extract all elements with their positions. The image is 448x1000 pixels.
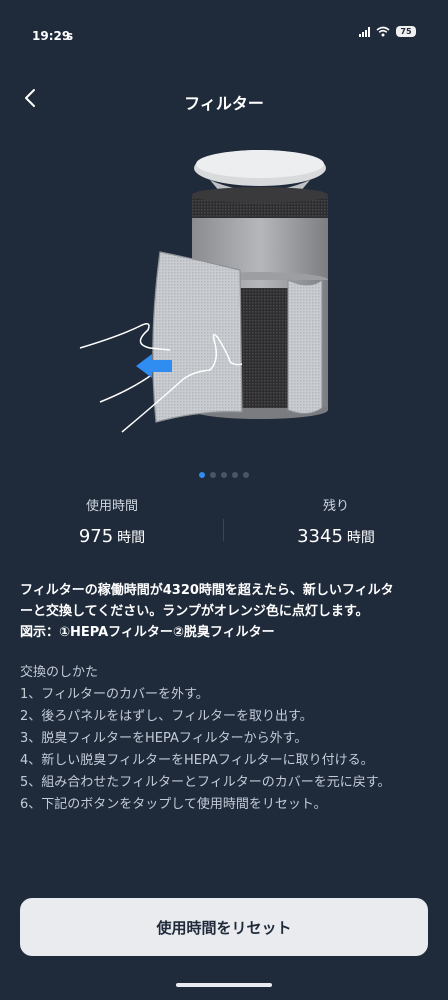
remaining-hours-stat: 残り 3345 時間 — [224, 495, 448, 547]
carousel-pager — [0, 472, 448, 478]
used-hours-value: 975 — [78, 526, 114, 547]
status-bar: 19:29 s 75 — [0, 0, 448, 70]
remaining-hours-value: 3345 — [297, 526, 343, 547]
step-item: 2、後ろパネルをはずし、フィルターを取り出す。 — [20, 709, 313, 724]
pager-dot[interactable] — [221, 472, 227, 478]
pager-dot[interactable] — [210, 472, 216, 478]
step-item: 1、フィルターのカバーを外す。 — [20, 687, 209, 702]
notice-line: ーと交換してください。ランプがオレンジ色に点灯します。 — [20, 604, 369, 619]
reset-usage-button[interactable]: 使用時間をリセット — [20, 898, 428, 956]
remaining-hours-value-row: 3345 時間 — [224, 526, 448, 547]
notice-line: 図示：①HEPAフィルター②脱臭フィルター — [20, 625, 275, 640]
used-hours-value-row: 975 時間 — [0, 526, 224, 547]
usage-stats: 使用時間 975 時間 残り 3345 時間 — [0, 495, 448, 555]
status-icons: 75 — [359, 26, 416, 37]
home-indicator[interactable] — [176, 983, 272, 987]
step-item: 5、組み合わせたフィルターとフィルターのカバーを元に戻す。 — [20, 775, 391, 790]
pager-dot[interactable] — [232, 472, 238, 478]
wifi-icon — [376, 26, 390, 37]
remaining-hours-label: 残り — [322, 499, 349, 514]
page-title: フィルター — [184, 94, 264, 113]
air-purifier-illustration — [79, 150, 328, 433]
step-item: 6、下記のボタンをタップして使用時間をリセット。 — [20, 797, 327, 812]
status-time: 19:29 — [32, 29, 71, 43]
replacement-steps: 交換のしかた 1、フィルターのカバーを外す。 2、後ろパネルをはずし、フィルター… — [20, 662, 440, 816]
used-hours-label: 使用時間 — [85, 499, 138, 514]
used-hours-stat: 使用時間 975 時間 — [0, 495, 224, 547]
pager-dot[interactable] — [199, 472, 205, 478]
signal-icon — [359, 26, 370, 37]
status-extra: s — [66, 29, 74, 43]
step-item: 3、脱臭フィルターをHEPAフィルターから外す。 — [20, 731, 308, 746]
battery-level: 75 — [400, 27, 412, 36]
battery-icon: 75 — [396, 26, 416, 37]
step-item: 4、新しい脱臭フィルターをHEPAフィルターに取り付ける。 — [20, 753, 374, 768]
nav-bar: フィルター — [0, 70, 448, 130]
filter-replacement-illustration — [60, 140, 390, 450]
filter-notice: フィルターの稼働時間が4320時間を超えたら、新しいフィルタ ーと交換してくださ… — [20, 580, 430, 643]
remaining-hours-unit: 時間 — [346, 530, 375, 546]
notice-line: フィルターの稼働時間が4320時間を超えたら、新しいフィルタ — [20, 583, 394, 598]
steps-heading: 交換のしかた — [20, 665, 99, 680]
used-hours-unit: 時間 — [117, 530, 146, 546]
pager-dot[interactable] — [243, 472, 249, 478]
